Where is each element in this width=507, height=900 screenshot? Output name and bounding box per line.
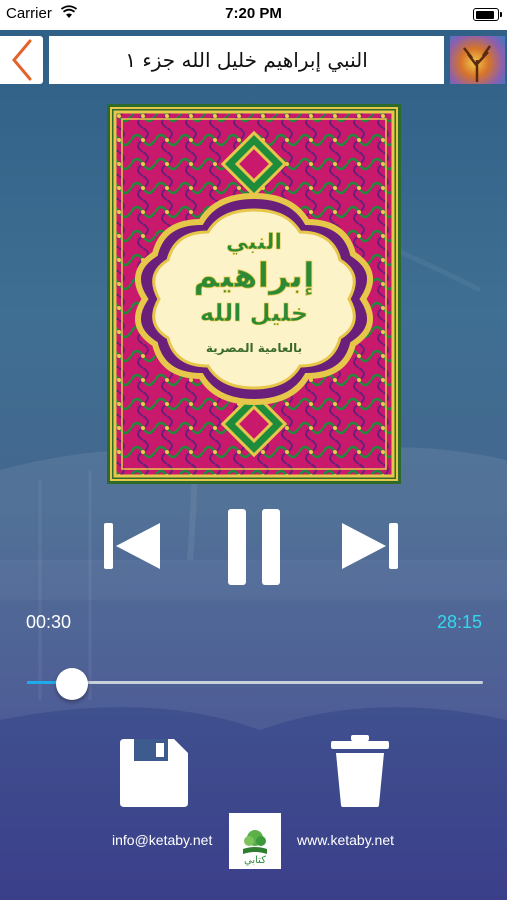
progress-slider[interactable] <box>27 668 483 700</box>
battery-icon <box>473 8 502 21</box>
cover-text-line3: خليل الله <box>200 299 308 327</box>
cover-text-line1: النبي <box>226 230 282 255</box>
album-thumbnail[interactable] <box>450 36 505 84</box>
logo-text: كتابي <box>244 855 266 866</box>
page-title: النبي إبراهيم خليل الله جزء ١ <box>49 36 444 84</box>
pause-icon <box>228 509 280 585</box>
back-arrow-icon <box>11 39 31 81</box>
cover-text-line2: إبراهيم <box>193 256 314 296</box>
previous-icon <box>104 523 160 569</box>
save-button[interactable] <box>120 739 188 807</box>
next-icon <box>342 523 398 569</box>
status-bar: Carrier 7:20 PM <box>0 0 507 30</box>
pause-button[interactable] <box>228 509 280 585</box>
save-icon <box>120 739 188 807</box>
book-cover: النبي إبراهيم خليل الله بالعامية المصرية <box>107 104 401 484</box>
book-tree-icon <box>243 830 267 854</box>
ketaby-logo[interactable]: كتابي <box>229 813 281 869</box>
current-time: 00:30 <box>26 612 72 632</box>
delete-button[interactable] <box>331 735 389 807</box>
page-title-text: النبي إبراهيم خليل الله جزء ١ <box>125 48 368 72</box>
next-button[interactable] <box>340 521 398 571</box>
contact-email-link[interactable]: info@ketaby.net <box>112 832 212 848</box>
clock: 7:20 PM <box>225 5 282 22</box>
trash-icon <box>331 735 389 807</box>
slider-thumb[interactable] <box>56 668 88 700</box>
slider-fill <box>27 681 56 684</box>
total-time: 28:15 <box>436 612 482 632</box>
slider-track[interactable] <box>27 681 483 684</box>
website-link[interactable]: www.ketaby.net <box>297 832 394 848</box>
previous-button[interactable] <box>104 521 162 571</box>
back-button[interactable] <box>0 36 43 84</box>
navigation-bar: النبي إبراهيم خليل الله جزء ١ <box>0 30 507 88</box>
cover-text-line4: بالعامية المصرية <box>206 341 302 355</box>
